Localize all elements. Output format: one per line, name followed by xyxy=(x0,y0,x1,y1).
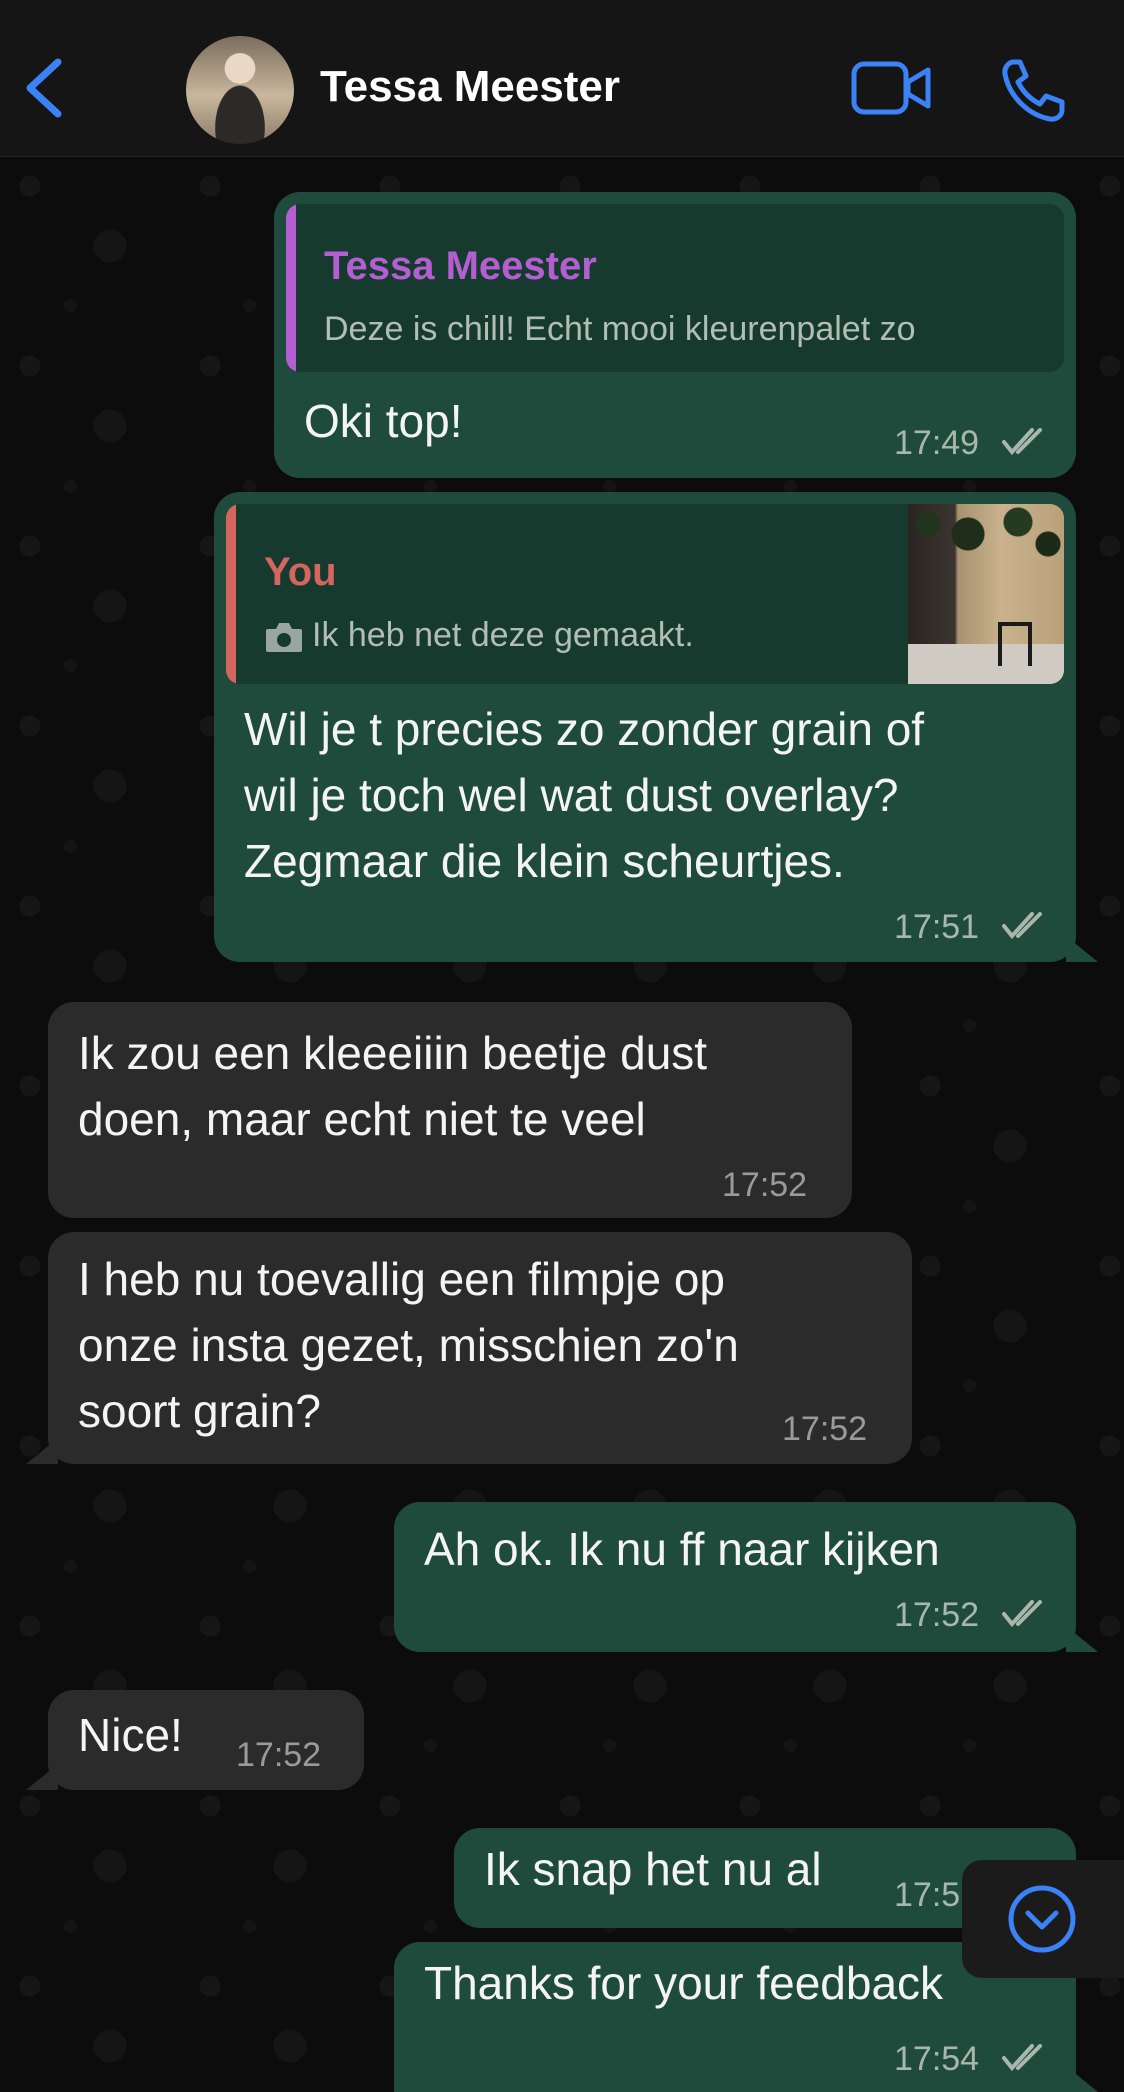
double-check-icon xyxy=(1002,2044,1042,2072)
message-bubble[interactable]: I heb nu toevallig een filmpje op onze i… xyxy=(26,1232,912,1464)
message-text: Ik zou een kleeeiiin beetje dust doen, m… xyxy=(78,1027,708,1145)
voice-call-button[interactable] xyxy=(1000,58,1070,122)
quoted-photo-thumbnail[interactable] xyxy=(908,504,1064,684)
message-bubble[interactable]: Ah ok. Ik nu ff naar kijken 17:52 xyxy=(394,1502,1098,1652)
message-bubble[interactable]: Tessa Meester Deze is chill! Echt mooi k… xyxy=(274,192,1076,478)
thumbnail-chair xyxy=(998,622,1032,666)
phone-icon xyxy=(1002,59,1065,122)
message-time: 17:49 xyxy=(894,424,980,462)
message-text: I heb nu toevallig een filmpje op onze i… xyxy=(78,1253,739,1437)
double-check-icon xyxy=(1002,428,1042,456)
video-call-button[interactable] xyxy=(850,58,932,118)
video-camera-icon xyxy=(851,61,931,115)
camera-icon xyxy=(266,623,302,652)
quoted-message[interactable]: Tessa Meester Deze is chill! Echt mooi k… xyxy=(286,204,1064,372)
message-time: 17:52 xyxy=(722,1166,808,1204)
message-bubble[interactable]: Ik zou een kleeeiiin beetje dust doen, m… xyxy=(48,1002,852,1218)
double-check-icon xyxy=(1002,1600,1042,1628)
message-time: 17:52 xyxy=(236,1736,322,1774)
message-bubble[interactable]: Nice! 17:52 xyxy=(26,1690,364,1790)
message-text: Thanks for your feedback xyxy=(424,1957,944,2009)
chat-header: Tessa Meester xyxy=(0,0,1124,157)
quote-author: You xyxy=(264,550,337,594)
scroll-to-bottom-button[interactable] xyxy=(962,1860,1124,1978)
chevron-left-icon xyxy=(26,58,62,118)
contact-name[interactable]: Tessa Meester xyxy=(320,62,620,112)
avatar[interactable] xyxy=(186,36,294,144)
message-text: Oki top! xyxy=(304,395,463,447)
quote-text: Ik heb net deze gemaakt. xyxy=(312,616,694,654)
message-time: 17:5 xyxy=(894,1876,961,1914)
message-time: 17:51 xyxy=(894,908,980,946)
message-text: Ik snap het nu al xyxy=(484,1843,822,1895)
quote-accent-bar xyxy=(286,204,296,372)
back-button[interactable] xyxy=(18,52,78,124)
message-text: Nice! xyxy=(78,1709,183,1761)
double-check-icon xyxy=(1002,912,1042,940)
message-text: Ah ok. Ik nu ff naar kijken xyxy=(424,1523,940,1575)
message-time: 17:52 xyxy=(782,1410,868,1448)
message-text: Wil je t precies zo zonder grain of wil … xyxy=(244,703,925,887)
quoted-message[interactable]: You Ik heb net deze gemaakt. xyxy=(226,504,1064,684)
message-time: 17:54 xyxy=(894,2040,980,2078)
message-bubble[interactable]: You Ik heb net deze gemaakt. Wil je t pr… xyxy=(214,492,1098,962)
message-time: 17:52 xyxy=(894,1596,980,1634)
quote-accent-bar xyxy=(226,504,236,684)
thumbnail-floor xyxy=(908,644,1064,684)
quote-text: Deze is chill! Echt mooi kleurenpalet zo xyxy=(324,310,916,348)
thumbnail-plants xyxy=(908,504,1064,574)
chevron-down-circle-icon xyxy=(1008,1885,1076,1953)
quote-author: Tessa Meester xyxy=(324,244,597,288)
